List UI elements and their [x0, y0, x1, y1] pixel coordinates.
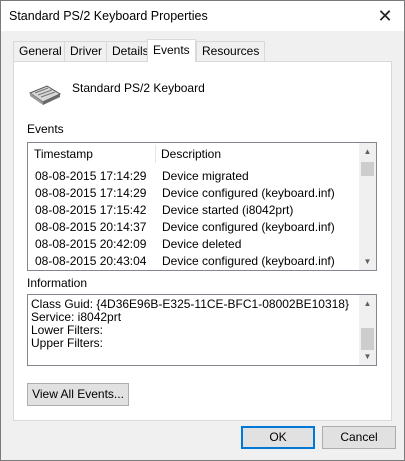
information-scroll-thumb[interactable]: [361, 328, 374, 350]
scroll-up-arrow-icon[interactable]: ▲: [359, 143, 376, 160]
column-header-timestamp[interactable]: Timestamp: [28, 143, 93, 165]
close-icon[interactable]: ✕: [374, 5, 396, 27]
tab-driver[interactable]: Driver: [64, 41, 108, 61]
tab-resources[interactable]: Resources: [196, 41, 266, 61]
window-title: Standard PS/2 Keyboard Properties: [9, 9, 208, 23]
scroll-up-arrow-icon[interactable]: ▲: [359, 295, 376, 312]
event-description: Device deleted: [162, 237, 242, 251]
information-label: Information: [27, 276, 88, 290]
title-bar[interactable]: Standard PS/2 Keyboard Properties ✕: [1, 1, 404, 31]
tab-general[interactable]: General: [13, 41, 68, 61]
events-label: Events: [27, 122, 64, 136]
event-description: Device migrated: [162, 169, 249, 183]
device-name: Standard PS/2 Keyboard: [72, 81, 205, 95]
table-row[interactable]: 08-08-2015 17:15:42 Device started (i804…: [28, 202, 360, 219]
event-description: Device configured (keyboard.inf): [162, 186, 335, 200]
events-list[interactable]: Timestamp Description 08-08-2015 17:14:2…: [27, 142, 377, 271]
table-row[interactable]: 08-08-2015 20:14:37 Device configured (k…: [28, 219, 360, 236]
event-description: Device configured (keyboard.inf): [162, 220, 335, 234]
event-timestamp: 08-08-2015 17:14:29: [35, 186, 147, 200]
tab-events[interactable]: Events: [147, 39, 196, 62]
event-timestamp: 08-08-2015 17:15:42: [35, 203, 147, 217]
table-row[interactable]: 08-08-2015 20:43:04 Device configured (k…: [28, 253, 360, 270]
information-scrollbar[interactable]: ▲ ▼: [359, 295, 376, 365]
scroll-down-arrow-icon[interactable]: ▼: [359, 253, 376, 270]
table-row[interactable]: 08-08-2015 17:14:29 Device migrated: [28, 168, 360, 185]
view-all-events-button[interactable]: View All Events...: [27, 383, 129, 406]
event-timestamp: 08-08-2015 20:43:04: [35, 254, 147, 268]
keyboard-icon: [28, 85, 62, 105]
properties-dialog: Standard PS/2 Keyboard Properties ✕ Gene…: [0, 0, 405, 461]
events-scrollbar[interactable]: ▲ ▼: [359, 143, 376, 270]
information-box[interactable]: Class Guid: {4D36E96B-E325-11CE-BFC1-080…: [27, 294, 377, 366]
ok-button[interactable]: OK: [241, 426, 315, 449]
scroll-down-arrow-icon[interactable]: ▼: [359, 348, 376, 365]
events-tab-panel: Standard PS/2 Keyboard Events Timestamp …: [13, 61, 392, 421]
events-scroll-thumb[interactable]: [361, 162, 374, 176]
cancel-button[interactable]: Cancel: [322, 426, 396, 449]
event-timestamp: 08-08-2015 17:14:29: [35, 169, 147, 183]
event-timestamp: 08-08-2015 20:42:09: [35, 237, 147, 251]
table-row[interactable]: 08-08-2015 20:42:09 Device deleted: [28, 236, 360, 253]
event-description: Device configured (keyboard.inf): [162, 254, 335, 268]
event-description: Device started (i8042prt): [162, 203, 294, 217]
column-header-description[interactable]: Description: [155, 143, 221, 165]
table-row[interactable]: 08-08-2015 17:14:29 Device configured (k…: [28, 185, 360, 202]
event-timestamp: 08-08-2015 20:14:37: [35, 220, 147, 234]
info-line-upper-filters: Upper Filters:: [31, 336, 104, 350]
